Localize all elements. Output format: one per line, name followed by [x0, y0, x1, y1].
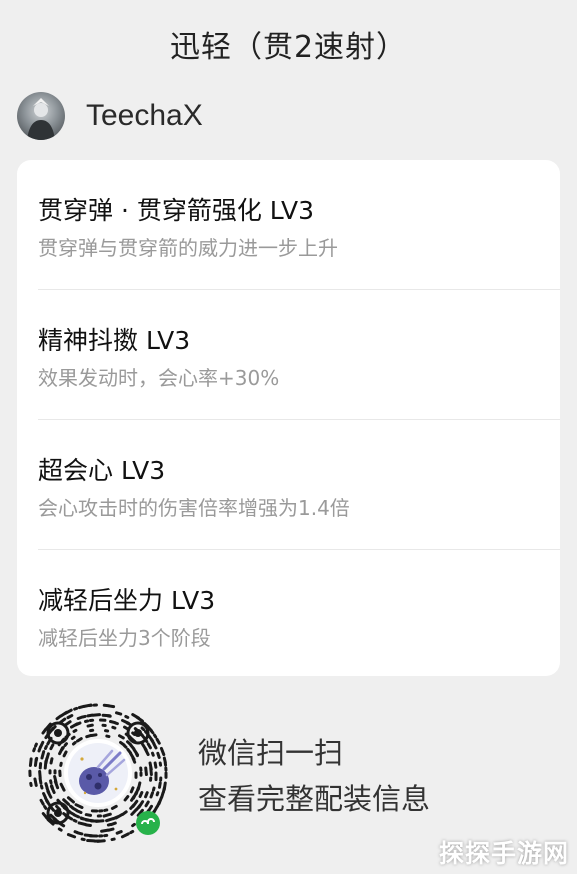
- skill-item: 精神抖擞 LV3 效果发动时，会心率+30%: [38, 290, 560, 419]
- mini-program-code[interactable]: [22, 697, 174, 849]
- watermark: 探探手游网: [438, 839, 569, 868]
- page-title: 迅轻（贯2速射）: [169, 30, 408, 65]
- skills-card: 贯穿弹 · 贯穿箭强化 LV3 贯穿弹与贯穿箭的威力进一步上升 精神抖擞 LV3…: [17, 160, 560, 676]
- scan-line-1: 微信扫一扫: [198, 736, 344, 770]
- skill-item: 减轻后坐力 LV3 减轻后坐力3个阶段: [38, 550, 560, 679]
- skill-name: 减轻后坐力 LV3: [38, 586, 216, 615]
- skill-description: 会心攻击时的伤害倍率增强为1.4倍: [38, 496, 350, 520]
- skill-item: 贯穿弹 · 贯穿箭强化 LV3 贯穿弹与贯穿箭的威力进一步上升: [38, 160, 560, 289]
- wechat-mini-program-icon: [136, 811, 160, 835]
- avatar-image: [27, 98, 55, 140]
- author-name[interactable]: TeechaX: [86, 99, 203, 133]
- skill-name: 贯穿弹 · 贯穿箭强化 LV3: [38, 196, 314, 225]
- avatar[interactable]: [17, 92, 65, 140]
- skill-item: 超会心 LV3 会心攻击时的伤害倍率增强为1.4倍: [38, 420, 560, 549]
- skill-description: 减轻后坐力3个阶段: [38, 626, 211, 650]
- author-row[interactable]: TeechaX: [17, 92, 203, 140]
- qr-code-image: [28, 703, 168, 843]
- skill-name: 超会心 LV3: [38, 456, 166, 485]
- scan-line-2: 查看完整配装信息: [198, 782, 431, 816]
- scan-instructions: 微信扫一扫 查看完整配装信息: [198, 730, 430, 822]
- skill-description: 贯穿弹与贯穿箭的威力进一步上升: [38, 236, 338, 260]
- skill-name: 精神抖擞 LV3: [38, 326, 191, 355]
- skill-description: 效果发动时，会心率+30%: [38, 366, 280, 390]
